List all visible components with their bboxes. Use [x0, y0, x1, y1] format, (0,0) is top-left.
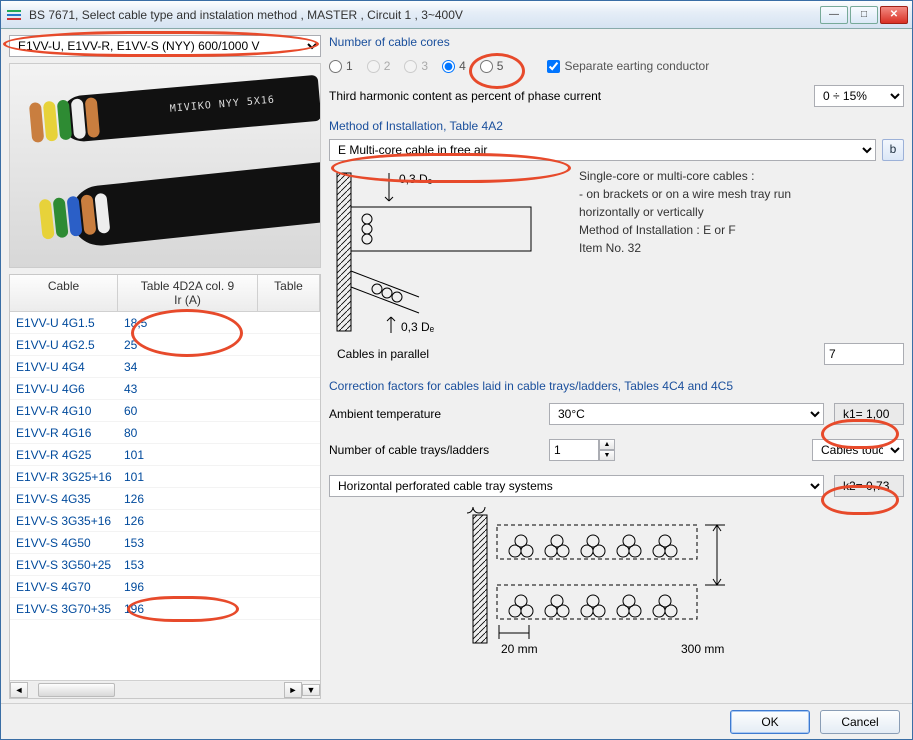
table-row[interactable]: E1VV-R 4G1060 [10, 400, 320, 422]
trays-count-label: Number of cable trays/ladders [329, 443, 539, 457]
cores-title: Number of cable cores [329, 35, 904, 49]
scroll-left-button[interactable]: ◄ [10, 682, 28, 698]
method-title: Method of Installation, Table 4A2 [329, 119, 904, 133]
cell-cable: E1VV-S 4G70 [10, 578, 118, 596]
col-ir[interactable]: Table 4D2A col. 9 Ir (A) [118, 275, 258, 311]
diag-300mm: 300 mm [681, 642, 724, 656]
cell-ir: 101 [118, 446, 258, 464]
cell-cable: E1VV-U 4G2.5 [10, 336, 118, 354]
cell-ir: 80 [118, 424, 258, 442]
cell-ir: 18,5 [118, 314, 258, 332]
cell-cable: E1VV-S 4G50 [10, 534, 118, 552]
de-bot-label: 0,3 Dₑ [401, 320, 435, 334]
table-row[interactable]: E1VV-S 3G70+35196 [10, 598, 320, 620]
cell-ir: 196 [118, 600, 258, 618]
cable-image: MIVIKO NYY 5X16 [9, 63, 321, 268]
separate-earthing-checkbox[interactable]: Separate earting conductor [547, 59, 709, 73]
cores-radio-2: 2 [367, 59, 391, 73]
table-row[interactable]: E1VV-R 3G25+16101 [10, 466, 320, 488]
spin-down-button[interactable]: ▼ [599, 450, 615, 461]
scroll-right-button[interactable]: ► [284, 682, 302, 698]
cell-cable: E1VV-S 4G35 [10, 490, 118, 508]
col-cable[interactable]: Cable [10, 275, 118, 311]
k2-value: k2= 0,73 [834, 475, 904, 497]
cell-cable: E1VV-S 3G70+35 [10, 600, 118, 618]
scroll-thumb[interactable] [38, 683, 115, 697]
ok-button[interactable]: OK [730, 710, 810, 734]
cables-parallel-label: Cables in parallel [329, 347, 569, 361]
ambient-temp-select[interactable]: 30°C [549, 403, 824, 425]
close-button[interactable]: ✕ [880, 6, 908, 24]
installation-diagram: 0,3 Dₑ 0,3 Dₑ [329, 167, 569, 337]
cores-radio-5[interactable]: 5 [480, 59, 504, 73]
horizontal-scrollbar[interactable]: ◄ ► ▼ [10, 680, 320, 698]
cell-cable: E1VV-R 4G25 [10, 446, 118, 464]
ambient-temp-label: Ambient temperature [329, 407, 539, 421]
table-row[interactable]: E1VV-R 4G1680 [10, 422, 320, 444]
cell-ir: 153 [118, 534, 258, 552]
third-harmonic-label: Third harmonic content as percent of pha… [329, 89, 804, 103]
cell-ir: 25 [118, 336, 258, 354]
method-help-button[interactable]: b [882, 139, 904, 161]
cores-radio-4[interactable]: 4 [442, 59, 466, 73]
spin-up-button[interactable]: ▲ [599, 439, 615, 450]
minimize-button[interactable]: — [820, 6, 848, 24]
correction-title: Correction factors for cables laid in ca… [329, 379, 904, 393]
tray-diagram: 20 mm 300 mm [329, 507, 904, 657]
table-row[interactable]: E1VV-S 3G35+16126 [10, 510, 320, 532]
scroll-down-button[interactable]: ▼ [302, 684, 320, 696]
cell-ir: 43 [118, 380, 258, 398]
cable-type-select[interactable]: E1VV-U, E1VV-R, E1VV-S (NYY) 600/1000 V [9, 35, 321, 57]
cell-ir: 34 [118, 358, 258, 376]
table-header: Cable Table 4D2A col. 9 Ir (A) Table [10, 275, 320, 312]
cell-ir: 126 [118, 512, 258, 530]
cancel-button[interactable]: Cancel [820, 710, 900, 734]
cell-cable: E1VV-U 4G4 [10, 358, 118, 376]
table-row[interactable]: E1VV-S 4G70196 [10, 576, 320, 598]
cell-ir: 196 [118, 578, 258, 596]
cores-radio-3: 3 [404, 59, 428, 73]
cell-cable: E1VV-S 3G50+25 [10, 556, 118, 574]
tray-system-select[interactable]: Horizontal perforated cable tray systems [329, 475, 824, 497]
de-top-label: 0,3 Dₑ [399, 172, 433, 186]
window-title: BS 7671, Select cable type and instalati… [29, 8, 820, 22]
app-icon [5, 6, 23, 24]
table-row[interactable]: E1VV-S 3G50+25153 [10, 554, 320, 576]
table-row[interactable]: E1VV-U 4G434 [10, 356, 320, 378]
installation-method-select[interactable]: E Multi-core cable in free air [329, 139, 876, 161]
cable-table[interactable]: Cable Table 4D2A col. 9 Ir (A) Table E1V… [9, 274, 321, 699]
table-row[interactable]: E1VV-S 4G35126 [10, 488, 320, 510]
cores-radio-1[interactable]: 1 [329, 59, 353, 73]
table-row[interactable]: E1VV-U 4G2.525 [10, 334, 320, 356]
cell-ir: 60 [118, 402, 258, 420]
installation-description: Single-core or multi-core cables : - on … [579, 167, 904, 337]
table-row[interactable]: E1VV-U 4G1.518,5 [10, 312, 320, 334]
cell-cable: E1VV-R 4G16 [10, 424, 118, 442]
cell-ir: 101 [118, 468, 258, 486]
maximize-button[interactable]: □ [850, 6, 878, 24]
table-row[interactable]: E1VV-U 4G643 [10, 378, 320, 400]
cell-cable: E1VV-R 4G10 [10, 402, 118, 420]
cell-cable: E1VV-U 4G6 [10, 380, 118, 398]
cell-cable: E1VV-R 3G25+16 [10, 468, 118, 486]
cell-ir: 126 [118, 490, 258, 508]
diag-20mm: 20 mm [501, 642, 538, 656]
titlebar: BS 7671, Select cable type and instalati… [1, 1, 912, 29]
col-table[interactable]: Table [258, 275, 320, 311]
cell-cable: E1VV-S 3G35+16 [10, 512, 118, 530]
cell-ir: 153 [118, 556, 258, 574]
trays-count-spinner[interactable]: ▲▼ [549, 439, 729, 461]
cores-radio-group: 1 2 3 4 5 Separate earting conductor [329, 55, 904, 79]
cables-touch-select[interactable]: Cables touc [812, 439, 904, 461]
table-row[interactable]: E1VV-S 4G50153 [10, 532, 320, 554]
table-row[interactable]: E1VV-R 4G25101 [10, 444, 320, 466]
cables-parallel-input[interactable] [824, 343, 904, 365]
k1-value: k1= 1,00 [834, 403, 904, 425]
third-harmonic-select[interactable]: 0 ÷ 15% [814, 85, 904, 107]
cable-model-label: MIVIKO NYY 5X16 [169, 95, 275, 115]
cell-cable: E1VV-U 4G1.5 [10, 314, 118, 332]
trays-count-input[interactable] [549, 439, 599, 461]
